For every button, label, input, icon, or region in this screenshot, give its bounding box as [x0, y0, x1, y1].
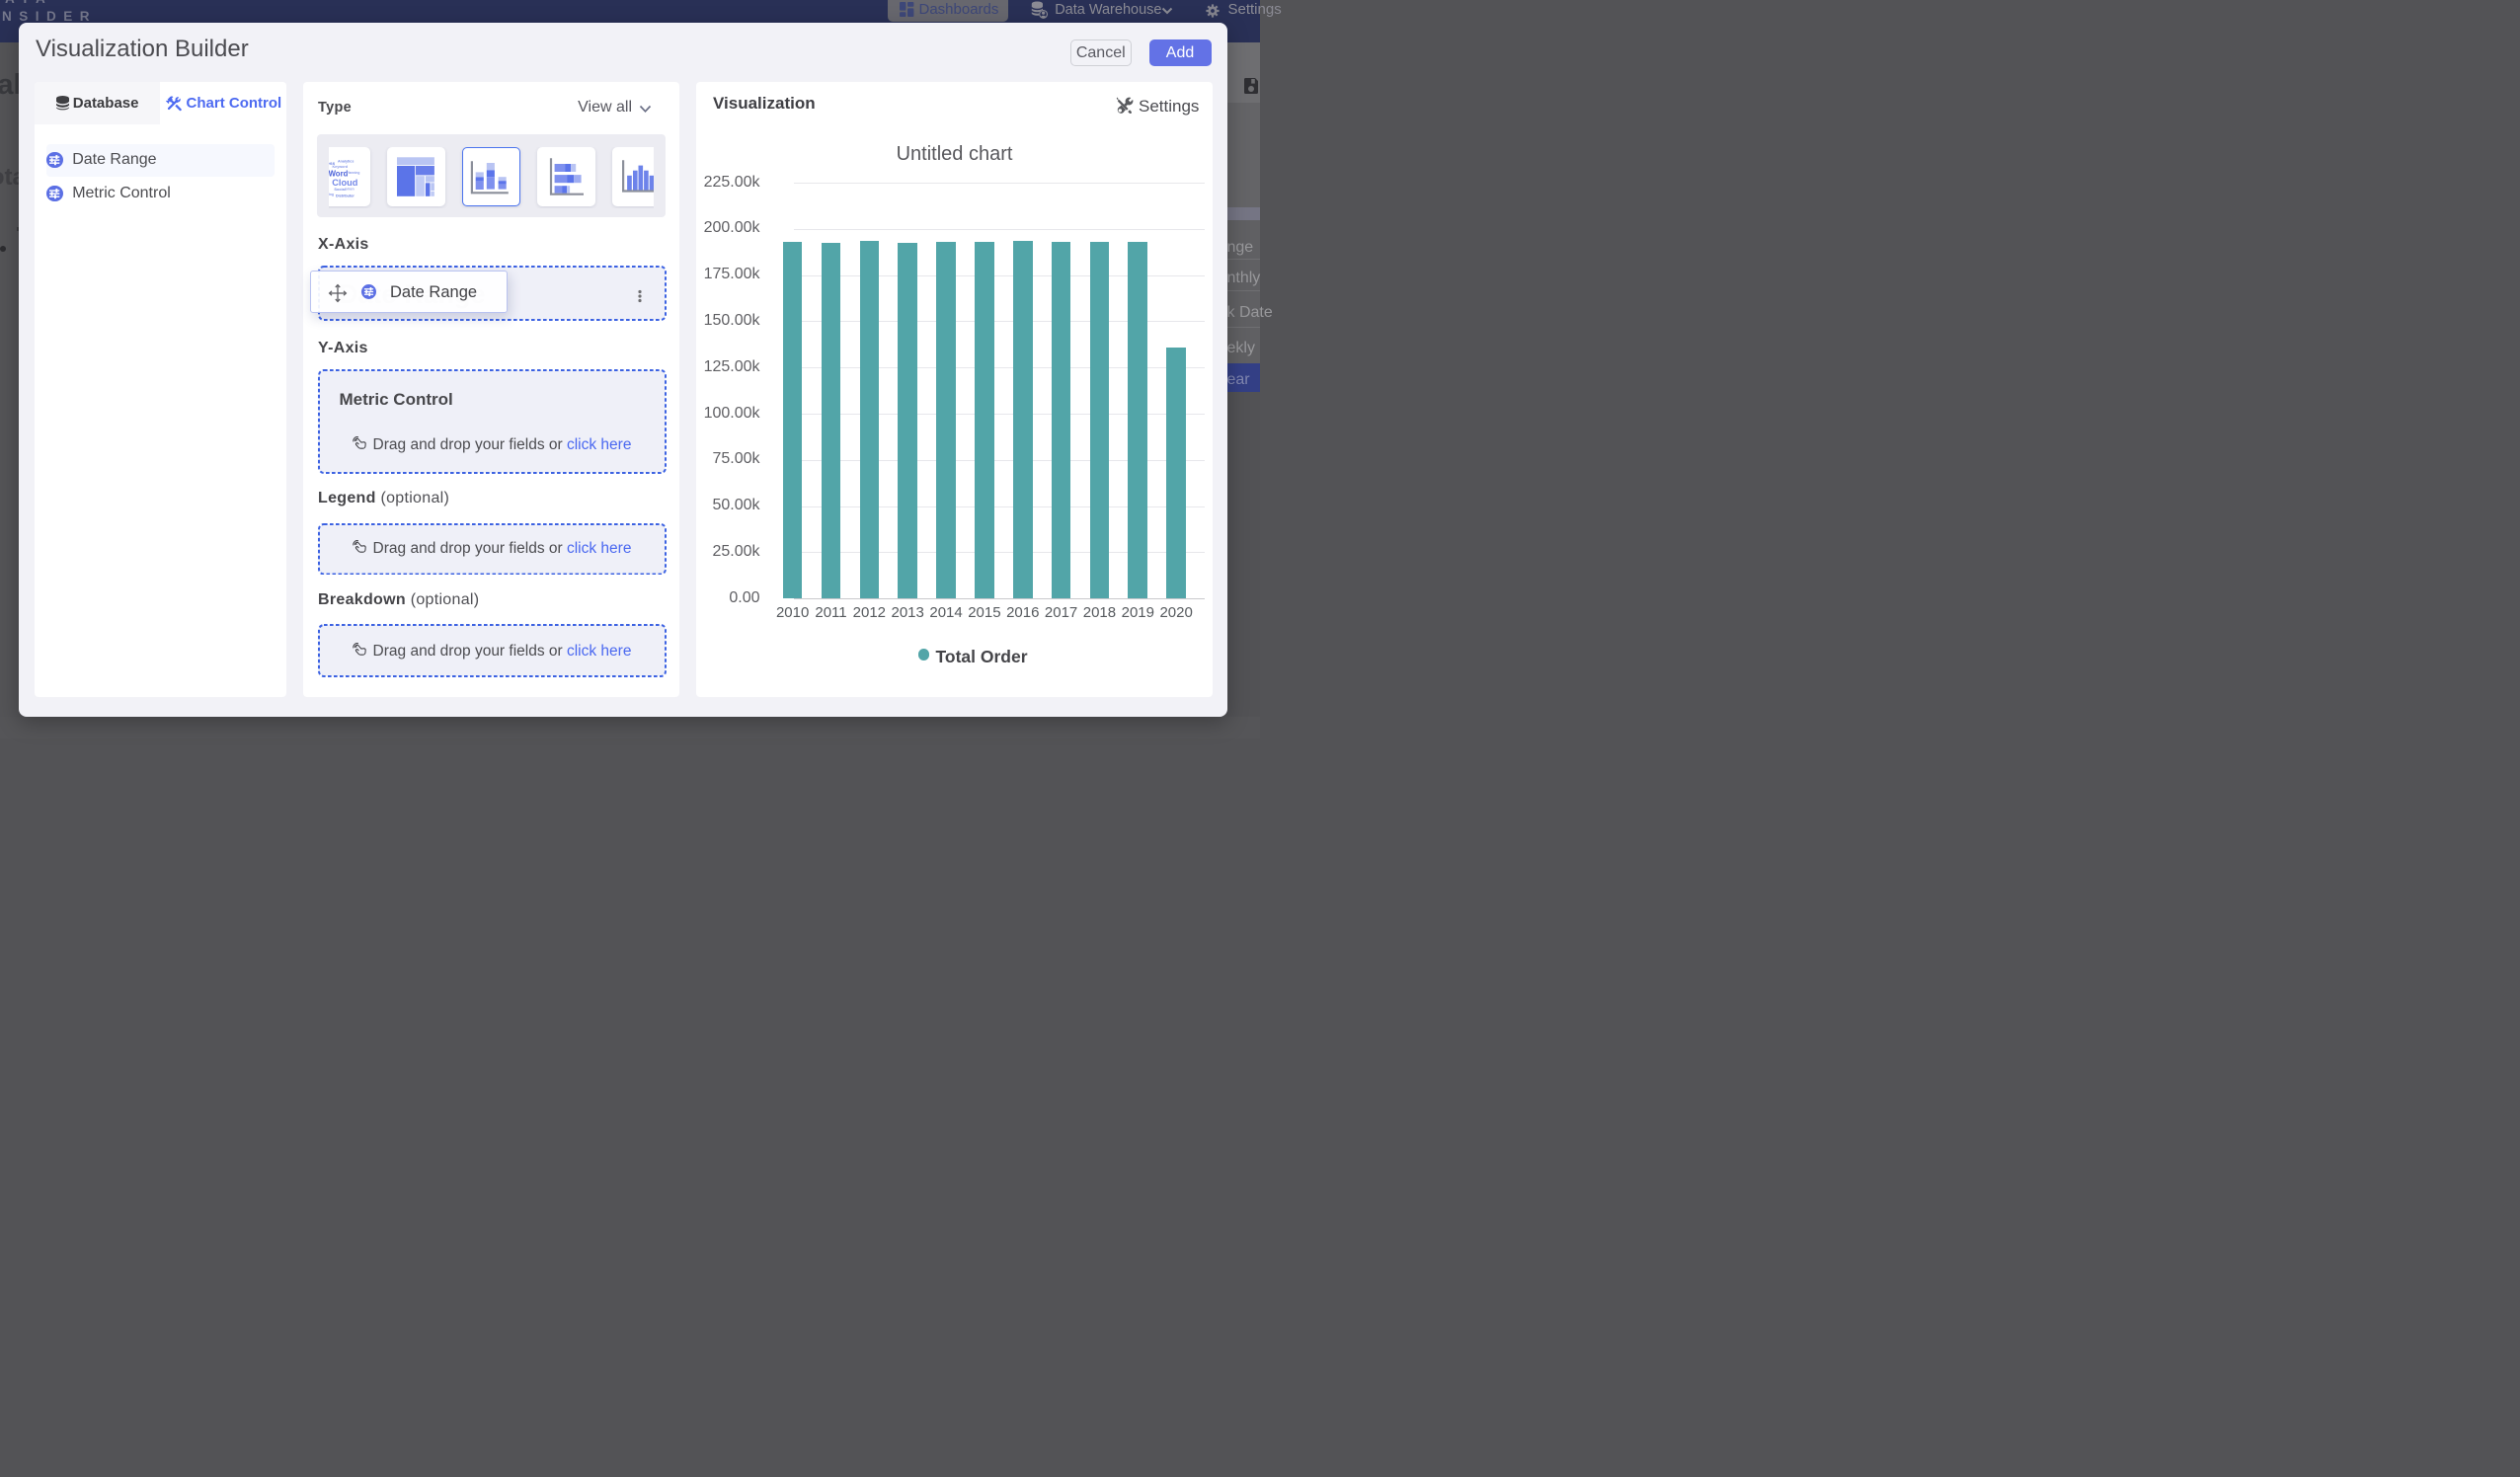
svg-text:omen: omen	[346, 187, 354, 191]
svg-text:Social: Social	[334, 187, 345, 192]
svg-text:Distributor: Distributor	[336, 194, 354, 197]
svg-text:Analytics: Analytics	[338, 159, 354, 163]
svg-text:Keyword: Keyword	[332, 164, 348, 168]
svg-text:Planning: Planning	[346, 171, 359, 175]
svg-text:ming: ming	[329, 192, 334, 195]
